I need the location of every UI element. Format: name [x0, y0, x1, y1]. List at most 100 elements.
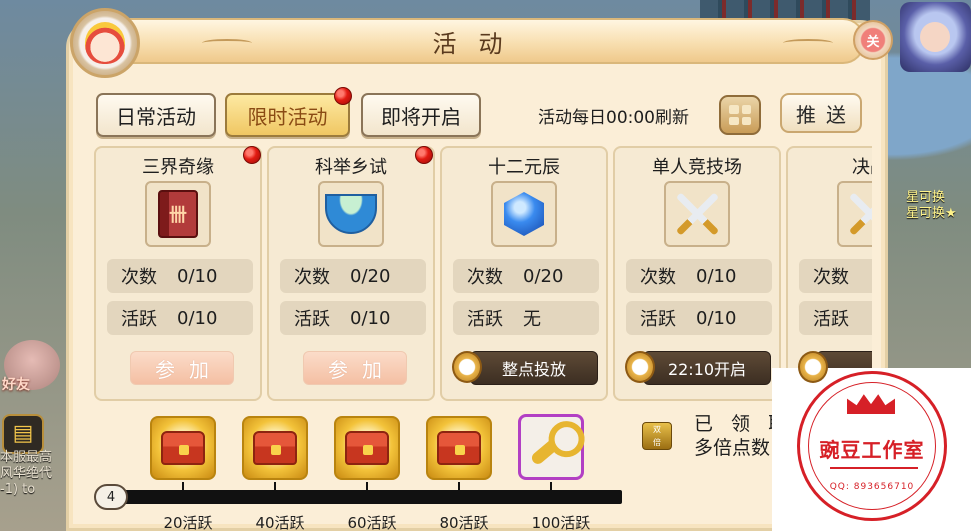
- count-label: 次数: [640, 267, 676, 288]
- activity-row: 活跃 0/10: [626, 301, 772, 335]
- count-label: 次数: [813, 267, 849, 288]
- player-avatar[interactable]: [900, 2, 971, 72]
- activity-card: 决战 次数 活跃: [786, 146, 872, 401]
- watermark-stamp: 豌豆工作室 QQ: 893656710: [772, 368, 971, 531]
- activity-label: 活跃: [813, 309, 849, 330]
- count-value: 0/20: [523, 265, 564, 287]
- activity-card: 单人竞技场 次数 0/10 活跃 0/10 22:10开启: [613, 146, 781, 401]
- exchange-line: 星可换: [906, 190, 946, 205]
- activity-row: 活跃: [799, 301, 872, 335]
- title-ornament-left: [202, 39, 252, 47]
- watermark-qq: QQ: 893656710: [829, 482, 915, 492]
- activity-value: 0/10: [177, 307, 218, 329]
- chest-icon: [345, 431, 389, 465]
- count-label: 次数: [294, 267, 330, 288]
- join-button[interactable]: 参加: [303, 351, 407, 385]
- activity-name: 科举乡试: [315, 157, 387, 178]
- milestone-label: 60活跃: [347, 514, 397, 531]
- swords-icon: [672, 189, 722, 239]
- activity-row: 活跃 0/10: [280, 301, 426, 335]
- background-exchange-text: 星可换 星可换★: [906, 190, 957, 222]
- watermark-divider: [830, 467, 918, 469]
- count-row: 次数 0/10: [107, 259, 253, 293]
- reward-chest-40[interactable]: [242, 416, 308, 480]
- grid-cell: [729, 105, 739, 114]
- title-ornament-right: [783, 39, 833, 47]
- grid-cell: [741, 116, 751, 125]
- chest-icon: [161, 431, 205, 465]
- limited-tab-alert-dot: [334, 87, 352, 105]
- activity-points-badge: 4: [94, 484, 128, 510]
- count-value: 0/20: [350, 265, 391, 287]
- card-alert-dot: [243, 146, 261, 164]
- clock-icon: [625, 351, 655, 383]
- activity-value: 0/10: [696, 307, 737, 329]
- watermark-circle: 豌豆工作室 QQ: 893656710: [797, 371, 947, 521]
- count-value: 0/10: [177, 265, 218, 287]
- tab-upcoming[interactable]: 即将开启: [361, 93, 481, 137]
- milestone-label: 100活跃: [531, 514, 591, 531]
- activity-name: 单人竞技场: [652, 157, 742, 178]
- activity-label: 活跃: [121, 309, 157, 330]
- milestone-label: 80活跃: [439, 514, 489, 531]
- chest-icon: [253, 431, 297, 465]
- schedule-button[interactable]: 整点投放: [470, 351, 598, 385]
- activity-label: 活跃: [294, 309, 330, 330]
- reward-key-100[interactable]: [518, 414, 584, 480]
- count-row: 次数 0/10: [626, 259, 772, 293]
- grid-menu-button[interactable]: [719, 95, 761, 135]
- activity-cards: 三界奇缘 卌 次数 0/10 活跃 0/10 参加 科举乡试 次数 0/20 活…: [92, 146, 872, 401]
- activity-card: 三界奇缘 卌 次数 0/10 活跃 0/10 参加: [94, 146, 262, 401]
- mascot-face: [85, 22, 125, 64]
- reward-chest-60[interactable]: [334, 416, 400, 480]
- count-row: 次数: [799, 259, 872, 293]
- count-label: 次数: [467, 267, 503, 288]
- activity-row: 活跃 无: [453, 301, 599, 335]
- book-icon: 卌: [158, 190, 198, 238]
- swords-icon: [845, 189, 872, 239]
- activity-name: 三界奇缘: [142, 157, 214, 178]
- push-button[interactable]: 推送: [780, 93, 862, 133]
- bowl-icon: [325, 194, 377, 234]
- chat-icon: ▤: [12, 421, 34, 446]
- clock-icon: [452, 351, 482, 383]
- friend-label: 好友: [2, 377, 30, 393]
- activity-card: 十二元辰 次数 0/20 活跃 无 整点投放: [440, 146, 608, 401]
- activity-row: 活跃 0/10: [107, 301, 253, 335]
- activity-name: 十二元辰: [488, 157, 560, 178]
- multiplier-icon[interactable]: 双倍: [642, 422, 672, 450]
- join-button[interactable]: 参加: [130, 351, 234, 385]
- count-row: 次数 0/20: [280, 259, 426, 293]
- tab-limited[interactable]: 限时活动: [225, 93, 350, 137]
- milestone-label: 20活跃: [163, 514, 213, 531]
- title-bar: 活动: [70, 18, 865, 64]
- tab-daily[interactable]: 日常活动: [96, 93, 216, 137]
- count-label: 次数: [121, 267, 157, 288]
- mascot-icon: [70, 8, 140, 78]
- key-icon: [529, 427, 573, 467]
- activity-icon-frame[interactable]: [491, 181, 557, 247]
- activity-icon-frame[interactable]: [318, 181, 384, 247]
- refresh-notice: 活动每日00:00刷新: [538, 108, 689, 128]
- activity-label: 活跃: [467, 309, 503, 330]
- activity-value: 无: [523, 309, 541, 330]
- activity-card: 科举乡试 次数 0/20 活跃 0/10 参加: [267, 146, 435, 401]
- milestone-label: 40活跃: [255, 514, 305, 531]
- schedule-button[interactable]: 22:10开启: [643, 351, 771, 385]
- activity-name: 决战: [852, 157, 872, 178]
- activity-value: 0/10: [350, 307, 391, 329]
- chat-button[interactable]: ▤: [2, 414, 44, 454]
- reward-chest-80[interactable]: [426, 416, 492, 480]
- grid-cell: [729, 116, 739, 125]
- exchange-line: 星可换★: [906, 206, 957, 221]
- activity-icon-frame[interactable]: [664, 181, 730, 247]
- activity-label: 活跃: [640, 309, 676, 330]
- activity-icon-frame[interactable]: 卌: [145, 181, 211, 247]
- window-title: 活动: [432, 29, 525, 58]
- reward-chest-20[interactable]: [150, 416, 216, 480]
- close-button[interactable]: 关: [853, 20, 893, 60]
- activity-icon-frame[interactable]: [837, 181, 872, 247]
- close-icon: 关: [866, 34, 880, 50]
- gem-icon: [504, 192, 544, 236]
- clock-icon: [798, 351, 828, 383]
